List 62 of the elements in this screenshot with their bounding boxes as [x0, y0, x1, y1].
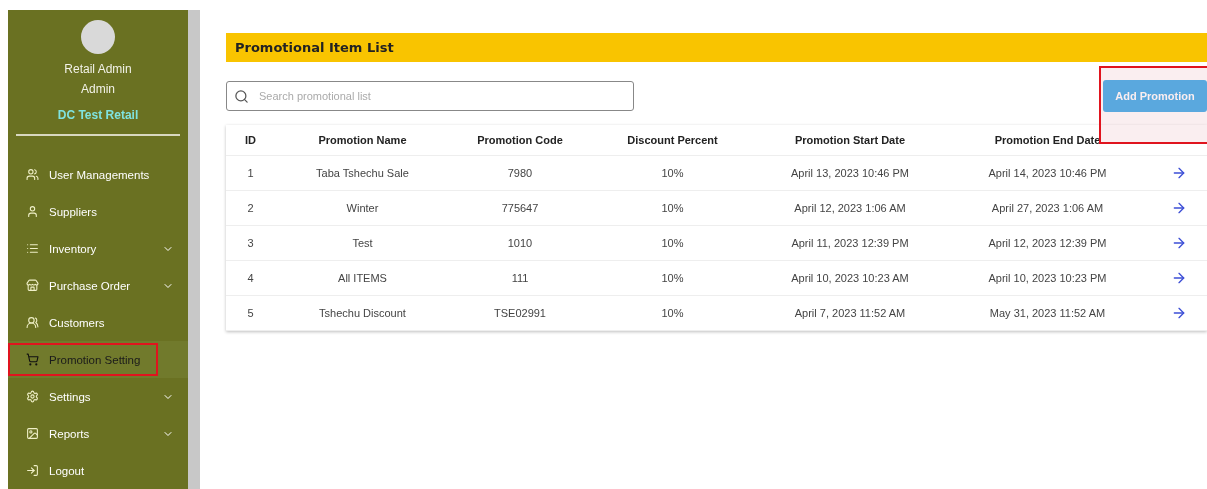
column-header: ID: [244, 134, 257, 146]
table-cell-text: 775647: [500, 202, 540, 214]
table-cell-text: 10%: [660, 272, 685, 284]
table-cell-text: Taba Tshechu Sale: [315, 167, 410, 179]
column-header: Promotion End Date: [993, 134, 1102, 146]
table-cell-text: April 14, 2023 10:46 PM: [987, 167, 1108, 179]
sidebar-item[interactable]: Inventory: [8, 230, 188, 267]
table-cell-text: April 10, 2023 10:23 AM: [790, 272, 910, 284]
table-cell-text: Test: [351, 237, 374, 249]
sidebar-item[interactable]: Logout: [8, 452, 188, 489]
table-cell-text: April 10, 2023 10:23 PM: [987, 272, 1108, 284]
menu-icon: [26, 316, 39, 329]
column-header: Promotion Name: [317, 134, 408, 146]
table-cell-text: TSE02991: [493, 307, 547, 319]
sidebar-item[interactable]: Promotion Setting: [8, 341, 188, 378]
table-cell-text: April 7, 2023 11:52 AM: [793, 307, 907, 319]
table-cell-text: 5: [246, 307, 255, 319]
search-field[interactable]: Search promotional list: [226, 81, 634, 111]
menu-icon: [26, 242, 39, 255]
sidebar-item[interactable]: Settings: [8, 378, 188, 415]
avatar: [81, 20, 115, 54]
search-icon: [234, 89, 249, 104]
sidebar-item[interactable]: User Managements: [8, 156, 188, 193]
column-header: Promotion Start Date: [794, 134, 906, 146]
menu-icon: [26, 353, 39, 366]
menu-icon: [26, 464, 39, 477]
menu-icon: [26, 390, 39, 403]
scrollbar[interactable]: [188, 10, 200, 489]
table-cell-text: 7980: [506, 167, 534, 179]
table-cell-text: All ITEMS: [337, 272, 388, 284]
table-cell-text: Tshechu Discount: [318, 307, 407, 319]
table-cell-text: April 11, 2023 12:39 PM: [790, 237, 910, 249]
table-cell-text: April 27, 2023 1:06 AM: [990, 202, 1105, 214]
table-cell-text: April 12, 2023 1:06 AM: [793, 202, 907, 214]
sidebar-item[interactable]: Suppliers: [8, 193, 188, 230]
page-title: Promotional Item List: [235, 40, 394, 55]
menu-icon: [26, 279, 39, 292]
user-role: Admin: [81, 82, 115, 96]
table-cell-text: 111: [510, 272, 530, 284]
menu-icon: [26, 205, 39, 218]
table-cell-text: 10%: [660, 237, 685, 249]
sidebar-item[interactable]: Reports: [8, 415, 188, 452]
table-cell-text: 3: [246, 237, 255, 249]
menu-icon: [26, 168, 39, 181]
menu-icon: [26, 427, 39, 440]
company-name: DC Test Retail: [57, 108, 139, 122]
sidebar-item[interactable]: Customers: [8, 304, 188, 341]
table-cell-text: 1010: [506, 237, 534, 249]
table-cell-text: 1: [246, 167, 255, 179]
table-cell-text: April 12, 2023 12:39 PM: [987, 237, 1108, 249]
table-cell-text: 4: [246, 272, 255, 284]
user-name: Retail Admin: [64, 62, 132, 76]
column-header: Promotion Code: [476, 134, 564, 146]
table-cell-text: May 31, 2023 11:52 AM: [988, 307, 1107, 319]
table-cell-text: 10%: [660, 167, 685, 179]
table-cell-text: 2: [246, 202, 255, 214]
sidebar-item[interactable]: Purchase Order: [8, 267, 188, 304]
table-cell-text: 10%: [660, 307, 685, 319]
column-header: Discount Percent: [626, 134, 719, 146]
table-cell-text: April 13, 2023 10:46 PM: [790, 167, 910, 179]
table-cell-text: 10%: [660, 202, 685, 214]
table-cell-text: Winter: [345, 202, 380, 214]
